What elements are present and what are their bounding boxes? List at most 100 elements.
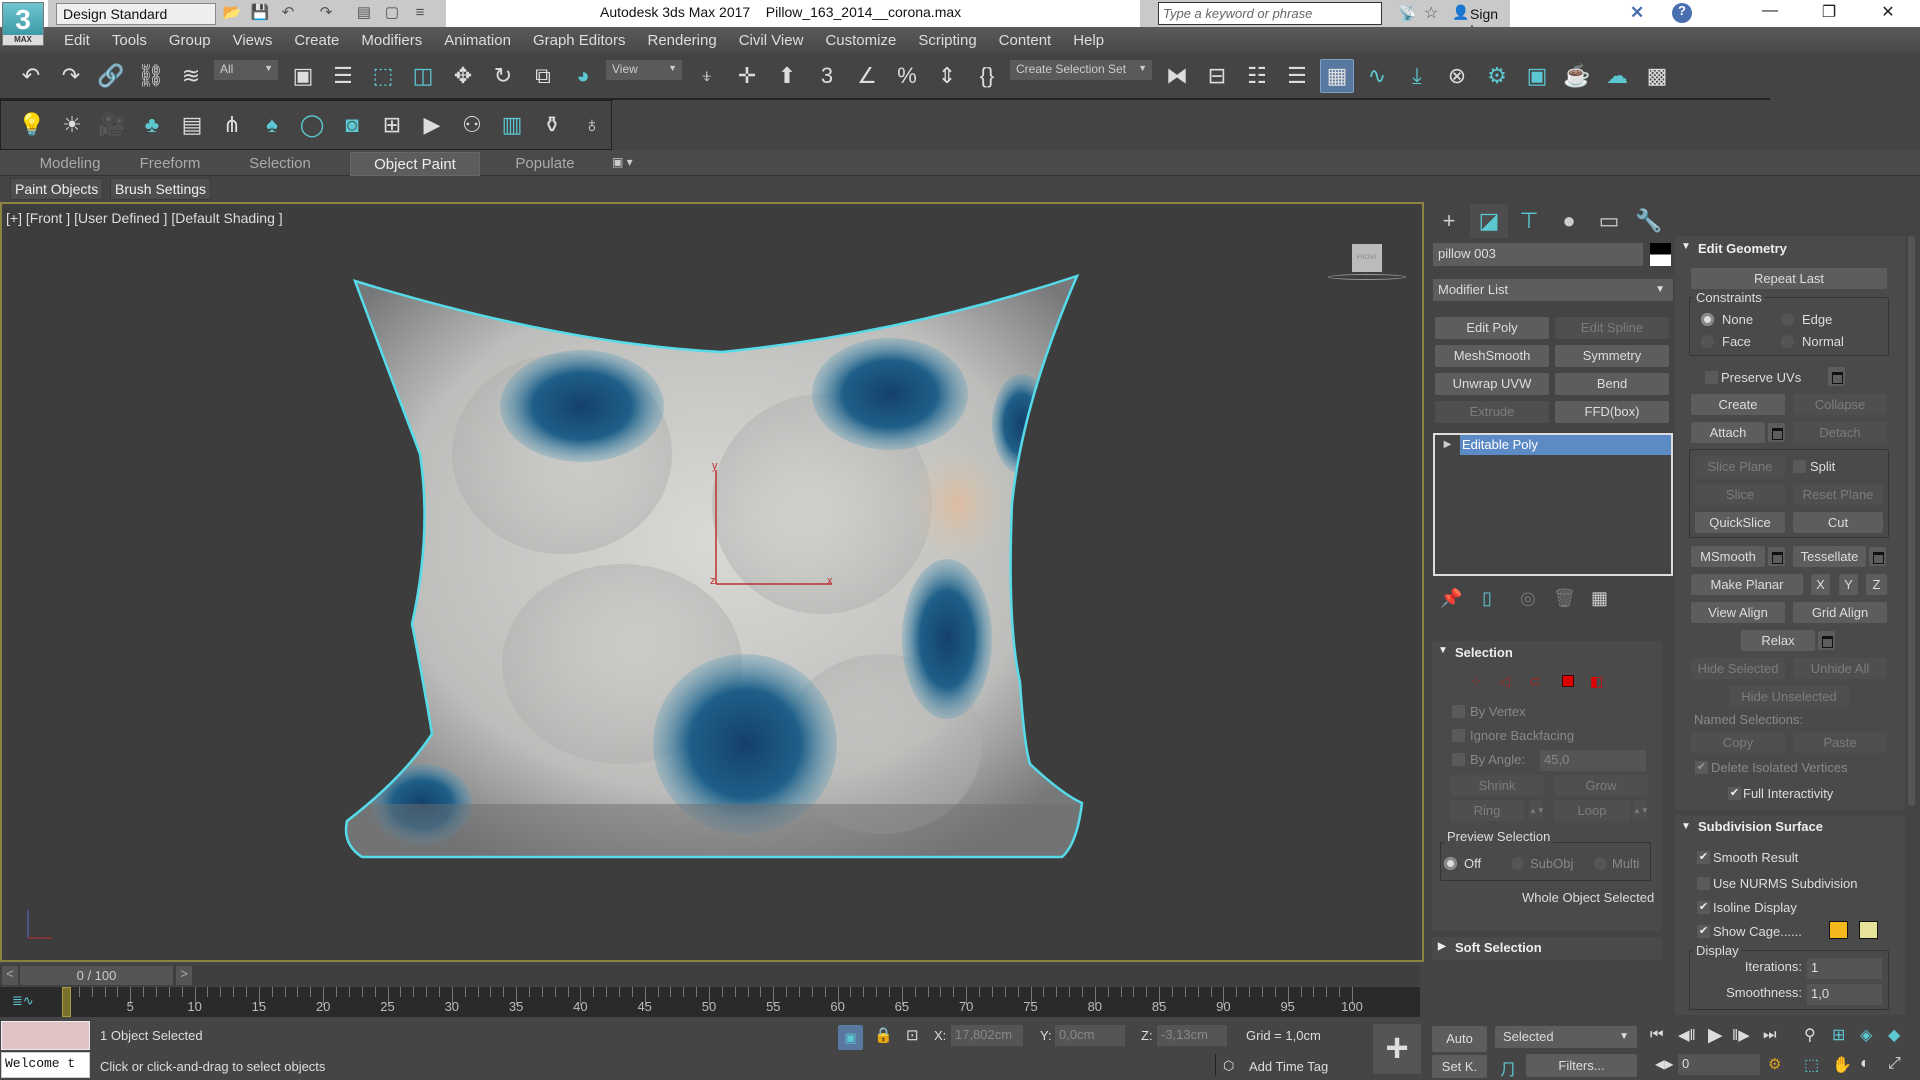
preview-multi-radio[interactable] xyxy=(1594,857,1607,870)
isoline-display-checkbox[interactable]: ✔ xyxy=(1697,901,1710,914)
ring-button[interactable]: Ring xyxy=(1450,800,1524,821)
by-vertex-checkbox[interactable] xyxy=(1452,705,1465,718)
soft-selection-rollout[interactable]: ▶ Soft Selection xyxy=(1432,937,1662,960)
zoom-icon[interactable]: ⚲ xyxy=(1804,1025,1816,1045)
satellite-icon[interactable]: 📡 xyxy=(1398,4,1417,22)
next-frame-icon[interactable]: ‖▶ xyxy=(1732,1026,1750,1044)
collapse-arrow-icon[interactable]: ▼ xyxy=(1681,821,1691,832)
keyboard-shortcut-icon[interactable]: ⬆ xyxy=(770,59,804,93)
favorites-icon[interactable]: ☆ xyxy=(1424,3,1438,23)
menu-tools[interactable]: Tools xyxy=(112,32,147,49)
stack-item-editable-poly[interactable]: Editable Poly xyxy=(1460,435,1671,455)
filters-button[interactable]: Filters... xyxy=(1526,1054,1637,1077)
subdivision-title[interactable]: Subdivision Surface xyxy=(1698,819,1823,834)
smoothness-spinner[interactable]: 1,0 xyxy=(1807,984,1882,1005)
key-tangent-icon[interactable]: ⺆ xyxy=(1500,1056,1516,1080)
scale-icon[interactable]: ⧉ xyxy=(526,59,560,93)
link-icon[interactable]: 🔗 xyxy=(94,59,128,93)
time-slider-thumb[interactable]: 0 / 100 xyxy=(20,966,173,985)
menu-edit[interactable]: Edit xyxy=(64,32,90,49)
minimize-button[interactable]: — xyxy=(1750,2,1790,24)
menu-modifiers[interactable]: Modifiers xyxy=(361,32,422,49)
planar-y-button[interactable]: Y xyxy=(1839,574,1858,595)
select-object-icon[interactable]: ▣ xyxy=(286,59,320,93)
save-icon[interactable]: 💾 xyxy=(250,4,270,22)
maxscript-listener-mini[interactable] xyxy=(1,1021,90,1050)
frame-ruler[interactable]: 5 10 15 20 25 30 35 40 45 50 55 60 65 70 75 80 85 90 95 100 xyxy=(0,987,1420,1017)
ignore-backfacing-checkbox[interactable] xyxy=(1452,729,1465,742)
help-icon[interactable]: ? xyxy=(1672,3,1692,23)
object-name-field[interactable]: pillow 003 xyxy=(1433,243,1643,266)
command-panel-scrollbar[interactable] xyxy=(1908,236,1915,806)
render-region-icon[interactable]: ▶ xyxy=(415,108,449,142)
render-cloud-icon[interactable]: ☁ xyxy=(1600,59,1634,93)
cut-button[interactable]: Cut xyxy=(1793,512,1883,533)
configure-sets-icon[interactable]: ▦ xyxy=(1591,588,1608,609)
reference-coordinate-dropdown[interactable]: View xyxy=(606,60,682,80)
lock-selection-icon[interactable]: 🔒 xyxy=(874,1026,893,1044)
modifier-list-dropdown[interactable]: Modifier List ▼ xyxy=(1433,279,1673,301)
utilities-tab-icon[interactable]: 🔧 xyxy=(1630,204,1668,238)
reset-plane-button[interactable]: Reset Plane xyxy=(1793,484,1883,505)
named-selection-sets-dropdown[interactable]: Create Selection Set xyxy=(1010,60,1152,80)
set-key-big-button[interactable]: + xyxy=(1373,1024,1421,1074)
display-tab-icon[interactable]: ▭ xyxy=(1590,204,1628,238)
msmooth-settings-button[interactable] xyxy=(1768,547,1785,566)
project-icon[interactable]: ▤ xyxy=(354,4,374,22)
hide-unselected-button[interactable]: Hide Unselected xyxy=(1729,686,1849,707)
modifier-stack[interactable]: ▶ Editable Poly xyxy=(1433,433,1673,576)
manipulate-icon[interactable]: ✛ xyxy=(730,59,764,93)
sun-icon[interactable]: ☀ xyxy=(55,108,89,142)
attach-button[interactable]: Attach xyxy=(1691,422,1765,443)
light-icon[interactable]: 💡 xyxy=(15,108,49,142)
collapse-arrow-icon[interactable]: ▼ xyxy=(1681,241,1691,252)
schematic-view-icon[interactable]: ⤓ xyxy=(1400,59,1434,93)
viewcube[interactable]: FRONT xyxy=(1352,244,1382,272)
border-mode-icon[interactable]: ⊂ xyxy=(1529,673,1541,690)
menu-views[interactable]: Views xyxy=(233,32,273,49)
create-button[interactable]: Create xyxy=(1691,394,1785,415)
full-interactivity-checkbox[interactable]: ✔ xyxy=(1728,787,1741,800)
tab-selection[interactable]: Selection xyxy=(220,152,340,176)
shrink-button[interactable]: Shrink xyxy=(1450,775,1544,796)
undo-icon[interactable]: ↶ xyxy=(278,4,298,22)
ribbon-toggle-icon[interactable]: ▦ xyxy=(1320,59,1354,93)
edit-named-selection-icon[interactable]: {} xyxy=(970,59,1004,93)
zoom-extents-icon[interactable]: ◈ xyxy=(1860,1025,1872,1045)
edge-mode-icon[interactable]: ◁ xyxy=(1499,673,1510,690)
planar-x-button[interactable]: X xyxy=(1811,574,1830,595)
redo-icon[interactable]: ↷ xyxy=(316,4,336,22)
fur-icon[interactable]: ⋔ xyxy=(215,108,249,142)
camera-adjust-icon[interactable]: ⚇ xyxy=(455,108,489,142)
mirror-icon[interactable]: ⧓ xyxy=(1160,59,1194,93)
smooth-result-checkbox[interactable]: ✔ xyxy=(1697,851,1710,864)
delete-isolated-checkbox[interactable]: ✔ xyxy=(1695,761,1708,774)
constraint-none-radio[interactable] xyxy=(1701,313,1714,326)
align-icon[interactable]: ⊟ xyxy=(1200,59,1234,93)
loop-spinner[interactable]: ▲▼ xyxy=(1633,800,1649,821)
spinner-snap-icon[interactable]: ⇕ xyxy=(930,59,964,93)
extrude-modifier-button[interactable]: Extrude xyxy=(1435,401,1549,423)
workspace-dropdown[interactable]: Design Standard xyxy=(56,3,216,25)
menu-rendering[interactable]: Rendering xyxy=(647,32,716,49)
menu-civil-view[interactable]: Civil View xyxy=(739,32,804,49)
planar-z-button[interactable]: Z xyxy=(1866,574,1887,595)
current-frame-marker[interactable] xyxy=(62,987,71,1017)
hierarchy-tab-icon[interactable]: ⊤ xyxy=(1510,204,1548,238)
collapse-arrow-icon[interactable]: ▼ xyxy=(1438,645,1448,656)
tab-populate[interactable]: Populate xyxy=(500,152,590,176)
open-icon[interactable]: 📂 xyxy=(222,4,242,22)
app-logo-button[interactable]: 3 MAX xyxy=(2,2,44,46)
a360-gallery-icon[interactable]: ▩ xyxy=(1640,59,1674,93)
teapot-icon[interactable]: ⚱ xyxy=(535,108,569,142)
bulb-icon[interactable]: ♁ xyxy=(575,108,609,142)
exchange-icon[interactable]: ✕ xyxy=(1630,3,1644,23)
camera-icon[interactable]: 🎥 xyxy=(95,108,129,142)
edit-poly-modifier-button[interactable]: Edit Poly xyxy=(1435,317,1549,339)
proxy-icon[interactable]: ▤ xyxy=(175,108,209,142)
zoom-extents-all-icon[interactable]: ◆ xyxy=(1888,1025,1900,1045)
tab-object-paint[interactable]: Object Paint xyxy=(350,152,480,176)
menu-animation[interactable]: Animation xyxy=(444,32,511,49)
hide-selected-button[interactable]: Hide Selected xyxy=(1691,658,1785,679)
maximize-viewport-icon[interactable]: ⤢ xyxy=(1888,1055,1901,1073)
